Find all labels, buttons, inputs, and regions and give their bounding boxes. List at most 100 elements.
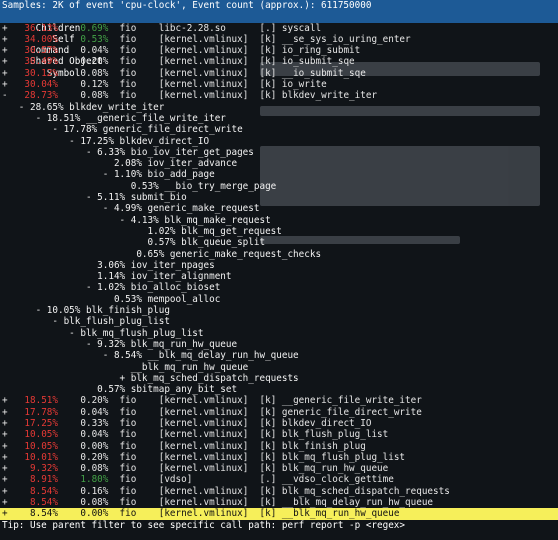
tree-node[interactable]: - 9.32% blk_mq_run_hw_queue <box>0 339 558 350</box>
symbol-kind: [k] <box>259 56 282 68</box>
children-pct: 30.49% <box>13 56 58 68</box>
tree-node[interactable]: 1.02% blk_mq_get_request <box>0 226 558 237</box>
command-name: fio <box>108 33 148 45</box>
children-pct: 30.57% <box>13 45 58 57</box>
shared-object: libc-2.28.so <box>147 22 260 34</box>
self-pct: 0.00% <box>57 508 109 520</box>
shared-object: [kernel.vmlinux] <box>147 33 260 45</box>
tree-node[interactable]: - blk_flush_plug_list <box>0 316 558 327</box>
tree-node[interactable]: - 5.11% submit_bio <box>0 192 558 203</box>
shared-object: [kernel.vmlinux] <box>147 406 260 418</box>
command-name: fio <box>108 79 148 91</box>
symbol-name: generic_file_direct_write <box>281 406 422 418</box>
perf-report-terminal: Samples: 2K of event 'cpu-clock', Event … <box>0 0 558 540</box>
tree-node[interactable]: 0.57% sbitmap_any_bit_set <box>0 384 558 395</box>
command-name: fio <box>108 45 148 57</box>
table-row[interactable]: + 30.04% 0.12% fio [kernel.vmlinux] [k] … <box>0 79 558 90</box>
tree-node[interactable]: 3.06% iov_iter_npages <box>0 260 558 271</box>
symbol-kind: [k] <box>259 406 282 418</box>
command-name: fio <box>108 451 148 463</box>
shared-object: [kernel.vmlinux] <box>147 395 260 407</box>
tree-node[interactable]: - 6.33% bio_iov_iter_get_pages <box>0 147 558 158</box>
self-pct: 0.20% <box>57 395 109 407</box>
shared-object: [kernel.vmlinux] <box>147 497 260 509</box>
shared-object: [kernel.vmlinux] <box>147 417 260 429</box>
tree-node[interactable]: 2.08% iov_iter_advance <box>0 158 558 169</box>
top-rows: + 36.13% 0.69% fio libc-2.28.so [.] sysc… <box>0 23 558 102</box>
row-expand-marker: + <box>2 485 14 497</box>
footer-tip: Tip: Use parent filter to see specific c… <box>2 519 405 531</box>
command-name: fio <box>108 395 148 407</box>
children-pct: 8.54% <box>13 485 58 497</box>
symbol-kind: [k] <box>259 90 282 102</box>
symbol-kind: [k] <box>259 497 282 509</box>
table-row[interactable]: + 30.12% 0.08% fio [kernel.vmlinux] [k] … <box>0 68 558 79</box>
tree-node[interactable]: - 28.65% blkdev_write_iter <box>0 102 558 113</box>
self-pct: 0.08% <box>57 463 109 475</box>
symbol-name: blkdev_direct_IO <box>281 417 372 429</box>
symbol-kind: [.] <box>259 474 282 486</box>
row-expand-marker: + <box>2 429 14 441</box>
tree-node[interactable]: - 4.13% blk_mq_make_request <box>0 215 558 226</box>
table-row[interactable]: + 10.05% 0.04% fio [kernel.vmlinux] [k] … <box>0 429 558 440</box>
symbol-kind: [k] <box>259 508 282 520</box>
shared-object: [kernel.vmlinux] <box>147 67 260 79</box>
table-row[interactable]: + 17.78% 0.04% fio [kernel.vmlinux] [k] … <box>0 407 558 418</box>
symbol-kind: [k] <box>259 67 282 79</box>
table-row[interactable]: - 28.73% 0.08% fio [kernel.vmlinux] [k] … <box>0 90 558 101</box>
tree-node[interactable]: 0.57% blk_queue_split <box>0 237 558 248</box>
command-name: fio <box>108 67 148 79</box>
tree-node[interactable]: - 10.05% blk_finish_plug <box>0 305 558 316</box>
shared-object: [kernel.vmlinux] <box>147 56 260 68</box>
row-expand-marker: + <box>2 67 14 79</box>
tree-node[interactable]: 0.53% __bio_try_merge_page <box>0 181 558 192</box>
selected-row[interactable]: + 8.54% 0.00% fio [kernel.vmlinux] [k] _… <box>0 508 558 520</box>
tree-node[interactable]: - 1.02% bio_alloc_bioset <box>0 282 558 293</box>
table-row[interactable]: + 10.05% 0.00% fio [kernel.vmlinux] [k] … <box>0 441 558 452</box>
table-row[interactable]: + 30.49% 0.20% fio [kernel.vmlinux] [k] … <box>0 56 558 67</box>
tree-node[interactable]: 0.65% generic_make_request_checks <box>0 249 558 260</box>
children-pct: 9.32% <box>13 463 58 475</box>
tree-node[interactable]: 0.53% mempool_alloc <box>0 294 558 305</box>
symbol-kind: [k] <box>259 451 282 463</box>
children-pct: 17.78% <box>13 406 58 418</box>
tree-node[interactable]: - 17.78% generic_file_direct_write <box>0 124 558 135</box>
symbol-name: __vdso_clock_gettime <box>281 474 394 486</box>
row-expand-marker: + <box>2 79 14 91</box>
row-expand-marker: + <box>2 451 14 463</box>
tree-node[interactable]: __blk_mq_run_hw_queue <box>0 362 558 373</box>
symbol-name: syscall <box>281 22 322 34</box>
row-expand-marker: + <box>2 45 14 57</box>
tree-node[interactable]: + blk_mq_sched_dispatch_requests <box>0 373 558 384</box>
command-name: fio <box>108 440 148 452</box>
row-expand-marker: + <box>2 508 14 520</box>
command-name: fio <box>108 508 148 520</box>
table-row[interactable]: + 17.25% 0.33% fio [kernel.vmlinux] [k] … <box>0 418 558 429</box>
table-row[interactable]: + 9.32% 0.08% fio [kernel.vmlinux] [k] b… <box>0 463 558 474</box>
table-row[interactable]: + 18.51% 0.20% fio [kernel.vmlinux] [k] … <box>0 395 558 406</box>
tree-node[interactable]: - 18.51% __generic_file_write_iter <box>0 113 558 124</box>
shared-object: [kernel.vmlinux] <box>147 440 260 452</box>
tree-node[interactable]: - blk_mq_flush_plug_list <box>0 328 558 339</box>
self-pct: 0.16% <box>57 485 109 497</box>
self-pct: 0.08% <box>57 67 109 79</box>
tree-node[interactable]: - 4.99% generic_make_request <box>0 203 558 214</box>
tree-node[interactable]: - 8.54% __blk_mq_delay_run_hw_queue <box>0 350 558 361</box>
table-row[interactable]: + 8.54% 0.08% fio [kernel.vmlinux] [k] _… <box>0 497 558 508</box>
tree-node[interactable]: 1.14% iov_iter_alignment <box>0 271 558 282</box>
table-row[interactable]: + 8.54% 0.16% fio [kernel.vmlinux] [k] b… <box>0 486 558 497</box>
table-row[interactable]: + 30.57% 0.04% fio [kernel.vmlinux] [k] … <box>0 45 558 56</box>
table-row[interactable]: + 10.01% 0.20% fio [kernel.vmlinux] [k] … <box>0 452 558 463</box>
symbol-name: io_ring_submit <box>281 45 361 57</box>
self-pct: 0.20% <box>57 451 109 463</box>
command-name: fio <box>108 417 148 429</box>
tree-node[interactable]: - 17.25% blkdev_direct_IO <box>0 136 558 147</box>
self-pct: 0.04% <box>57 429 109 441</box>
symbol-kind: [k] <box>259 463 282 475</box>
row-expand-marker: + <box>2 474 14 486</box>
tree-node[interactable]: - 1.10% bio_add_page <box>0 169 558 180</box>
table-row[interactable]: + 36.13% 0.69% fio libc-2.28.so [.] sysc… <box>0 23 558 34</box>
table-row[interactable]: + 8.91% 1.80% fio [vdso] [.] __vdso_cloc… <box>0 474 558 485</box>
shared-object: [kernel.vmlinux] <box>147 79 260 91</box>
table-row[interactable]: + 34.00% 0.53% fio [kernel.vmlinux] [k] … <box>0 34 558 45</box>
